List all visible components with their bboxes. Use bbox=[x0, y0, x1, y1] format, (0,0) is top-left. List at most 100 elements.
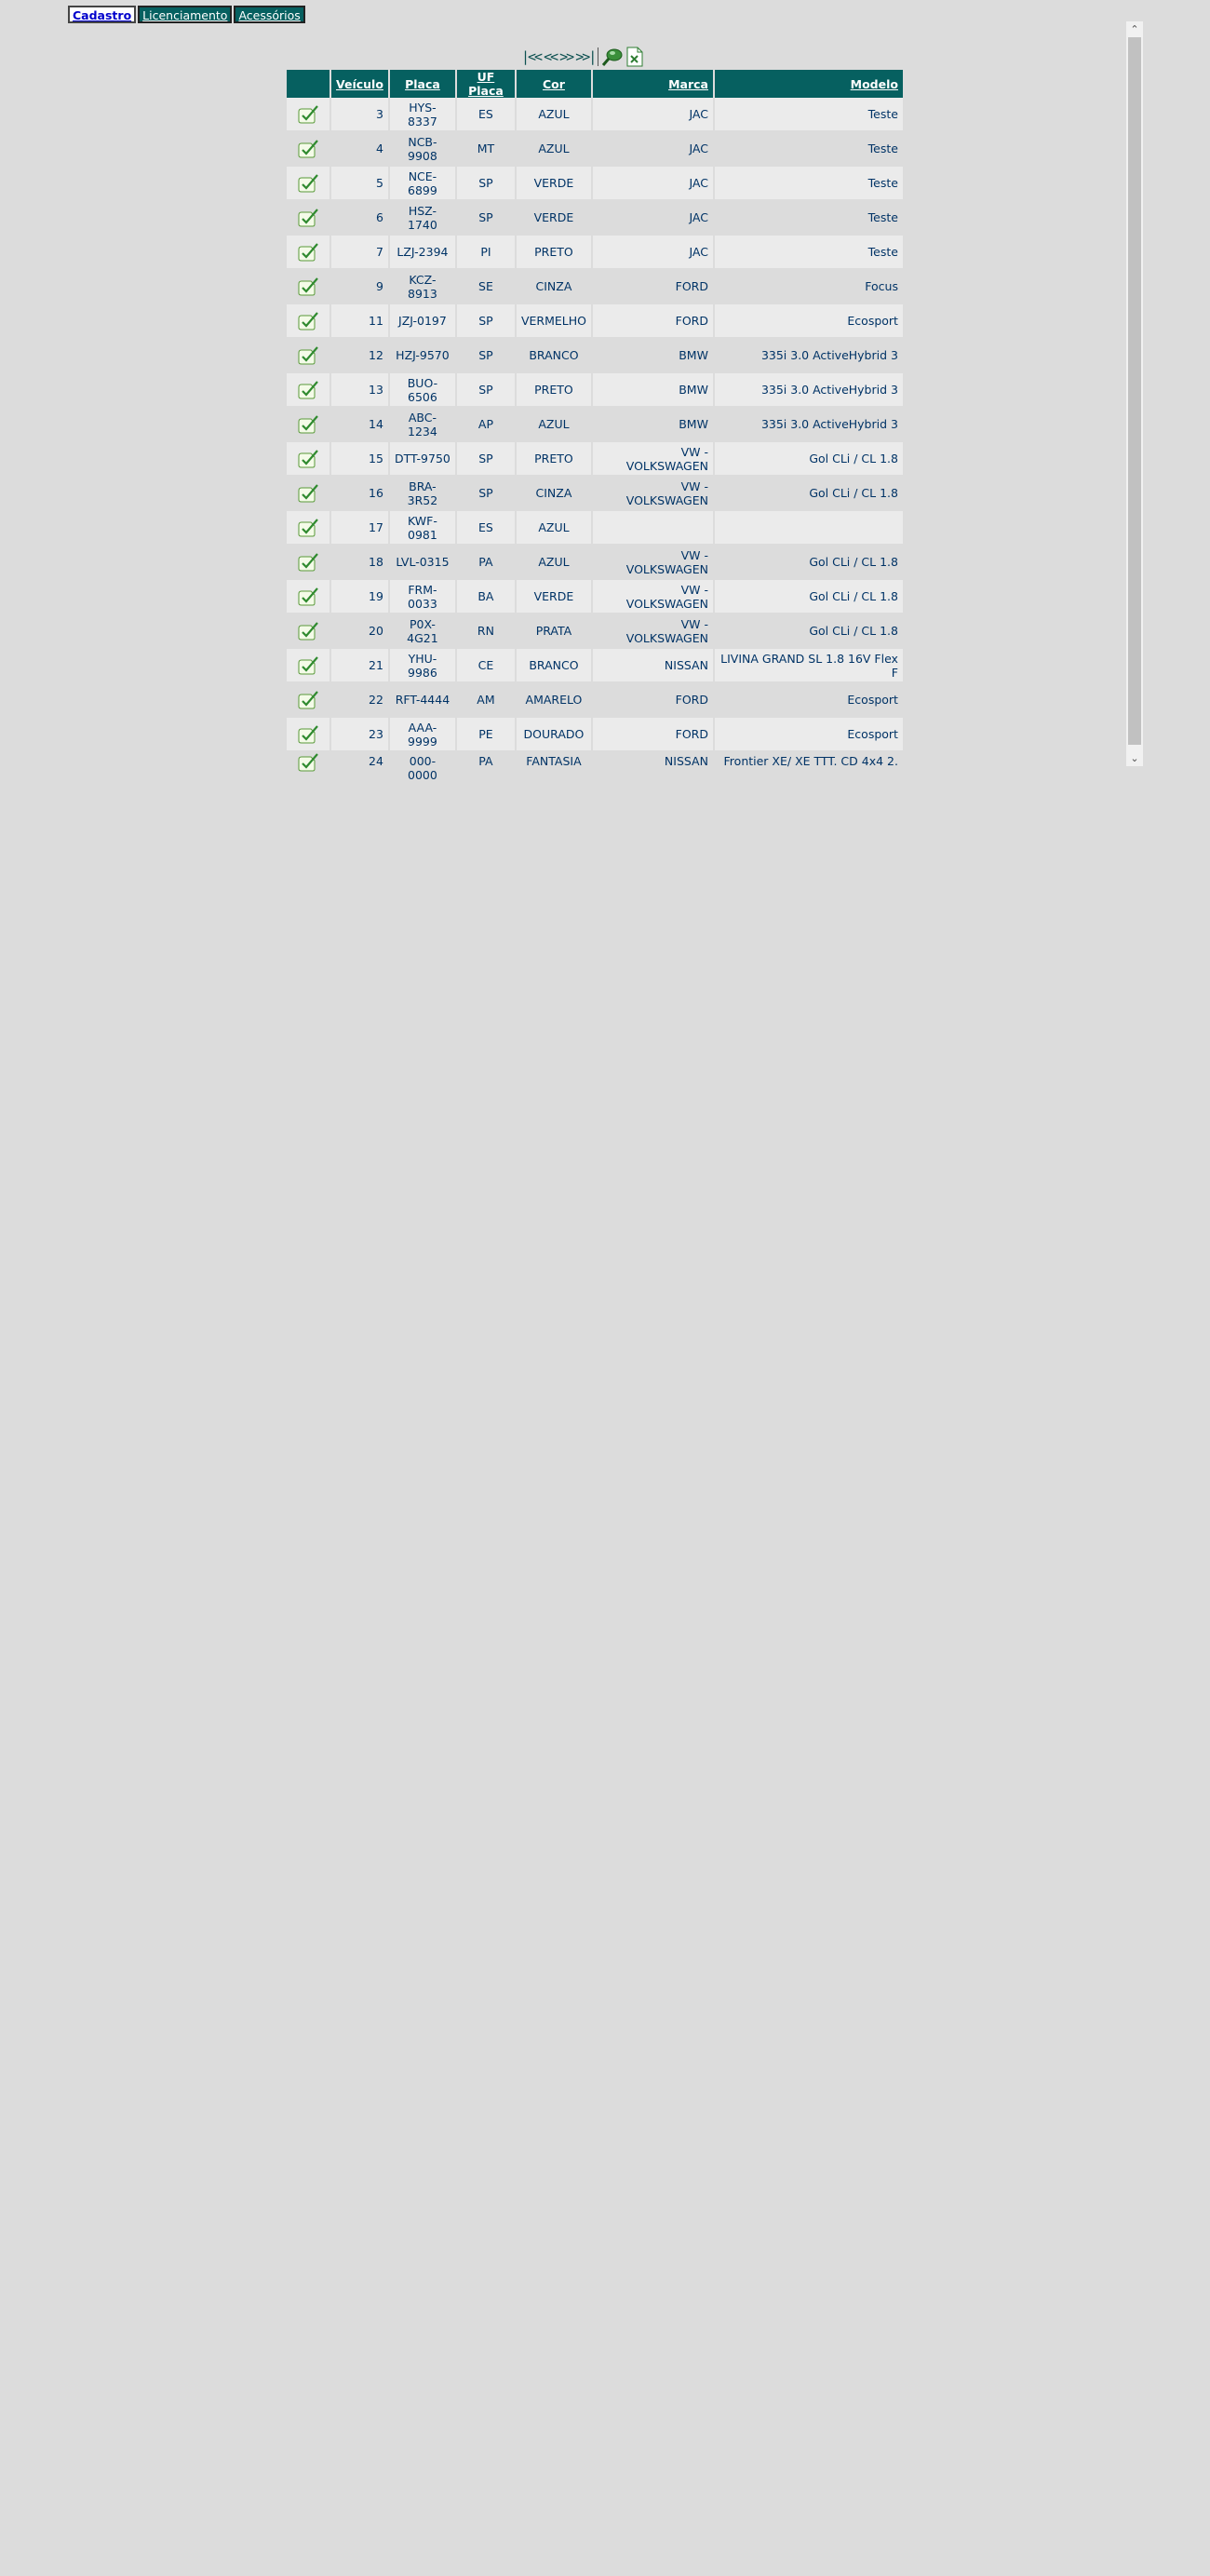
cell-placa: RFT-4444 bbox=[389, 683, 455, 718]
table-row[interactable]: 7 LZJ-2394 PI PRETO JAC Teste bbox=[287, 236, 903, 270]
edit-record-icon[interactable] bbox=[296, 139, 320, 159]
cell-cor: BRANCO bbox=[516, 649, 591, 683]
col-uf-placa[interactable]: UF Placa bbox=[456, 70, 515, 98]
prev-page-button[interactable]: << bbox=[544, 48, 558, 65]
cell-edit[interactable] bbox=[287, 373, 329, 408]
table-row[interactable]: 5 NCE-6899 SP VERDE JAC Teste bbox=[287, 167, 903, 201]
table-row[interactable]: 11 JZJ-0197 SP VERMELHO FORD Ecosport bbox=[287, 304, 903, 339]
table-row[interactable]: 6 HSZ-1740 SP VERDE JAC Teste bbox=[287, 201, 903, 236]
first-page-button[interactable]: |<< bbox=[521, 48, 543, 65]
edit-record-icon[interactable] bbox=[296, 724, 320, 745]
edit-record-icon[interactable] bbox=[296, 655, 320, 676]
table-header-row: Veículo Placa UF Placa Cor Marca Modelo bbox=[287, 70, 903, 98]
cell-modelo: Teste bbox=[714, 236, 903, 270]
col-placa[interactable]: Placa bbox=[389, 70, 455, 98]
cell-edit[interactable] bbox=[287, 408, 329, 442]
cell-edit[interactable] bbox=[287, 718, 329, 752]
col-modelo[interactable]: Modelo bbox=[714, 70, 903, 98]
table-row[interactable]: 19 FRM-0033 BA VERDE VW - VOLKSWAGEN Gol CLi … bbox=[287, 580, 903, 614]
cell-edit[interactable] bbox=[287, 546, 329, 580]
edit-record-icon[interactable] bbox=[296, 483, 320, 504]
cell-edit[interactable] bbox=[287, 98, 329, 132]
table-row[interactable]: 17 KWF-0981 ES AZUL bbox=[287, 511, 903, 546]
table-row[interactable]: 12 HZJ-9570 SP BRANCO BMW 335i 3.0 ActiveHybr… bbox=[287, 339, 903, 373]
edit-record-icon[interactable] bbox=[296, 242, 320, 263]
search-icon[interactable] bbox=[601, 47, 624, 67]
cell-veiculo: 22 bbox=[331, 683, 388, 718]
cell-edit[interactable] bbox=[287, 167, 329, 201]
cell-edit[interactable] bbox=[287, 201, 329, 236]
cell-edit[interactable] bbox=[287, 477, 329, 511]
cell-modelo: Ecosport bbox=[714, 718, 903, 752]
edit-record-icon[interactable] bbox=[296, 345, 320, 366]
edit-record-icon[interactable] bbox=[296, 552, 320, 573]
cell-edit[interactable] bbox=[287, 236, 329, 270]
edit-record-icon[interactable] bbox=[296, 621, 320, 641]
cell-marca: FORD bbox=[592, 718, 713, 752]
cell-edit[interactable] bbox=[287, 683, 329, 718]
cell-modelo: 335i 3.0 ActiveHybrid 3 bbox=[714, 339, 903, 373]
cell-edit[interactable] bbox=[287, 304, 329, 339]
cell-marca: VW - VOLKSWAGEN bbox=[592, 442, 713, 477]
tab-cadastro[interactable]: Cadastro bbox=[68, 6, 137, 23]
tab-licenciamento[interactable]: Licenciamento bbox=[138, 6, 233, 23]
edit-record-icon[interactable] bbox=[296, 104, 320, 125]
cell-edit[interactable] bbox=[287, 339, 329, 373]
cell-edit[interactable] bbox=[287, 614, 329, 649]
table-row[interactable]: 3 HYS-8337 ES AZUL JAC Teste bbox=[287, 98, 903, 132]
edit-record-icon[interactable] bbox=[296, 449, 320, 469]
col-veiculo[interactable]: Veículo bbox=[331, 70, 388, 98]
vertical-scrollbar[interactable]: ⌃ ⌄ bbox=[1126, 21, 1143, 766]
table-row[interactable]: 14 ABC-1234 AP AZUL BMW 335i 3.0 ActiveHybrid… bbox=[287, 408, 903, 442]
cell-edit[interactable] bbox=[287, 752, 329, 784]
table-row[interactable]: 18 LVL-0315 PA AZUL VW - VOLKSWAGEN Gol CLi /… bbox=[287, 546, 903, 580]
cell-modelo: 335i 3.0 ActiveHybrid 3 bbox=[714, 408, 903, 442]
edit-record-icon[interactable] bbox=[296, 276, 320, 297]
edit-record-icon[interactable] bbox=[296, 518, 320, 538]
table-row[interactable]: 23 AAA-9999 PE DOURADO FORD Ecosport bbox=[287, 718, 903, 752]
edit-record-icon[interactable] bbox=[296, 752, 320, 773]
cell-placa: LVL-0315 bbox=[389, 546, 455, 580]
cell-veiculo: 20 bbox=[331, 614, 388, 649]
edit-record-icon[interactable] bbox=[296, 414, 320, 435]
excel-export-icon[interactable] bbox=[626, 47, 643, 67]
table-row[interactable]: 15 DTT-9750 SP PRETO VW - VOLKSWAGEN Gol CLi … bbox=[287, 442, 903, 477]
cell-edit[interactable] bbox=[287, 270, 329, 304]
col-marca[interactable]: Marca bbox=[592, 70, 713, 98]
table-row[interactable]: 16 BRA-3R52 SP CINZA VW - VOLKSWAGEN Gol CLi … bbox=[287, 477, 903, 511]
cell-cor: AMARELO bbox=[516, 683, 591, 718]
edit-record-icon[interactable] bbox=[296, 208, 320, 228]
edit-record-icon[interactable] bbox=[296, 173, 320, 194]
cell-veiculo: 24 bbox=[331, 752, 388, 784]
cell-edit[interactable] bbox=[287, 511, 329, 546]
table-row[interactable]: 4 NCB-9908 MT AZUL JAC Teste bbox=[287, 132, 903, 167]
table-row[interactable]: 24 000-0000 PA FANTASIA NISSAN Frontier XE/ X… bbox=[287, 752, 903, 784]
cell-marca: JAC bbox=[592, 132, 713, 167]
table-row[interactable]: 9 KCZ-8913 SE CINZA FORD Focus bbox=[287, 270, 903, 304]
tab-bar: Cadastro Licenciamento Acessórios bbox=[68, 6, 305, 23]
table-row[interactable]: 20 P0X-4G21 RN PRATA VW - VOLKSWAGEN Gol CLi … bbox=[287, 614, 903, 649]
table-row[interactable]: 22 RFT-4444 AM AMARELO FORD Ecosport bbox=[287, 683, 903, 718]
edit-record-icon[interactable] bbox=[296, 311, 320, 331]
scroll-down-arrow-icon[interactable]: ⌄ bbox=[1126, 750, 1143, 766]
cell-edit[interactable] bbox=[287, 649, 329, 683]
col-cor[interactable]: Cor bbox=[516, 70, 591, 98]
cell-modelo: Gol CLi / CL 1.8 bbox=[714, 546, 903, 580]
cell-marca: JAC bbox=[592, 201, 713, 236]
cell-placa: HZJ-9570 bbox=[389, 339, 455, 373]
edit-record-icon[interactable] bbox=[296, 380, 320, 400]
cell-edit[interactable] bbox=[287, 442, 329, 477]
edit-record-icon[interactable] bbox=[296, 690, 320, 710]
last-page-button[interactable]: >>| bbox=[575, 48, 597, 65]
cell-edit[interactable] bbox=[287, 132, 329, 167]
cell-marca: JAC bbox=[592, 167, 713, 201]
table-row[interactable]: 13 BUO-6506 SP PRETO BMW 335i 3.0 ActiveHybri… bbox=[287, 373, 903, 408]
cell-edit[interactable] bbox=[287, 580, 329, 614]
next-page-button[interactable]: >> bbox=[559, 48, 574, 65]
table-row[interactable]: 21 YHU-9986 CE BRANCO NISSAN LIVINA GRAND SL … bbox=[287, 649, 903, 683]
scroll-up-arrow-icon[interactable]: ⌃ bbox=[1126, 21, 1143, 37]
cell-placa: FRM-0033 bbox=[389, 580, 455, 614]
scrollbar-thumb[interactable] bbox=[1128, 37, 1141, 745]
tab-acessorios[interactable]: Acessórios bbox=[234, 6, 305, 23]
edit-record-icon[interactable] bbox=[296, 587, 320, 607]
